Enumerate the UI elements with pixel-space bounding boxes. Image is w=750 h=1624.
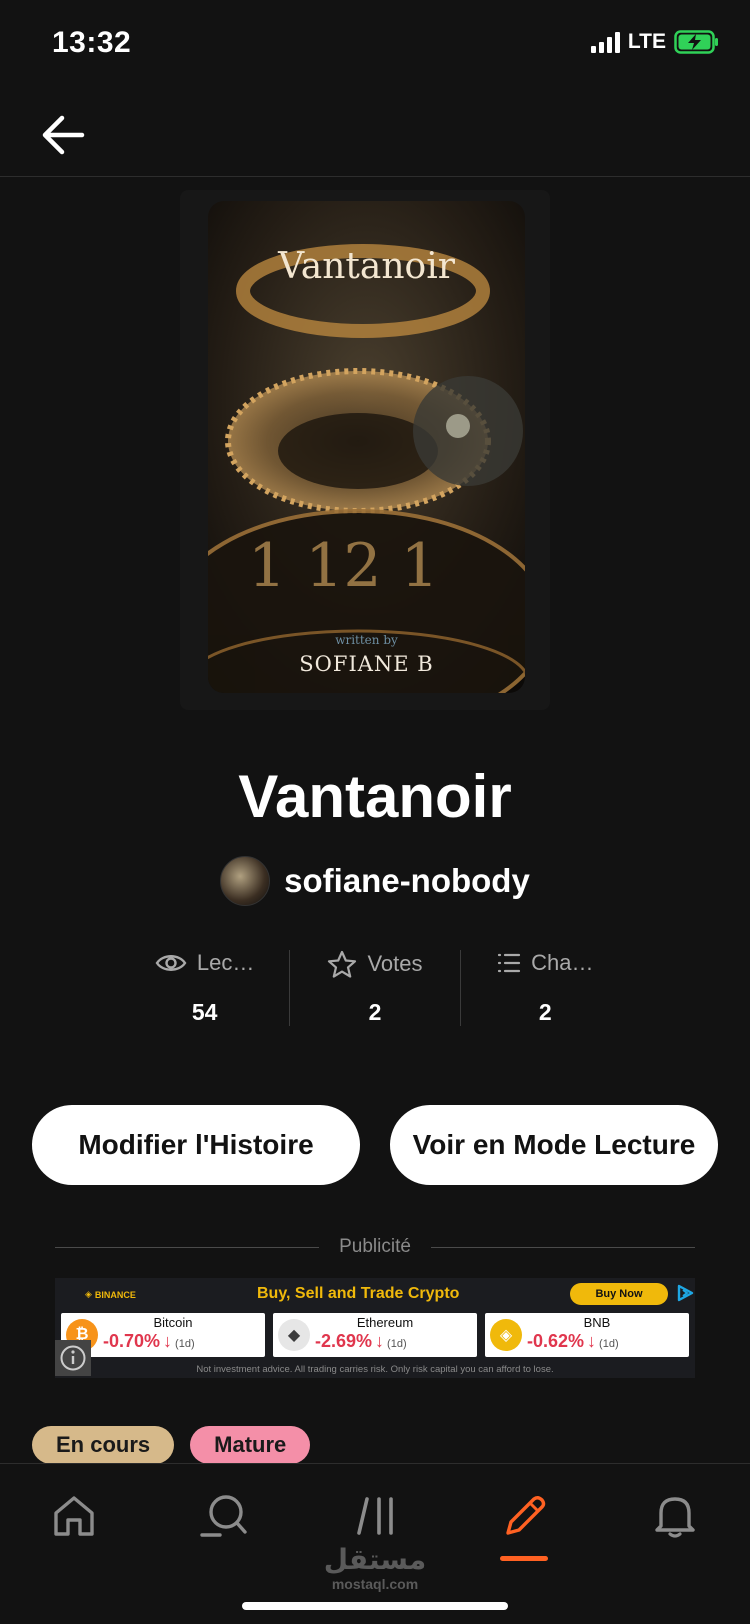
stat-chapters-label: Cha…	[531, 950, 594, 975]
watermark-arabic: مستقل	[323, 1543, 427, 1576]
arrow-left-icon	[42, 115, 85, 155]
stat-votes-label: Votes	[367, 951, 423, 976]
coin-period: (1d)	[599, 1338, 619, 1350]
author-name[interactable]: sofiane-nobody	[284, 862, 530, 900]
coin-card-bnb[interactable]: ◈ BNB -0.62% ↓ (1d)	[485, 1313, 689, 1357]
avatar[interactable]	[220, 856, 271, 906]
top-bar	[0, 90, 750, 177]
author-row[interactable]: sofiane-nobody	[0, 856, 750, 906]
status-indicators: LTE	[590, 30, 720, 54]
coin-period: (1d)	[387, 1338, 407, 1350]
cover-author: SOFIANE B	[299, 652, 434, 676]
pencil-icon	[506, 1496, 546, 1535]
stat-votes: Votes 2	[289, 950, 459, 1026]
tag-status[interactable]: En cours	[32, 1426, 175, 1464]
coin-name: Ethereum	[356, 1315, 414, 1330]
eye-icon	[155, 955, 187, 971]
story-title: Vantanoir	[238, 763, 512, 830]
star-icon	[328, 950, 357, 978]
coin-change: -0.70% ↓ (1d)	[103, 1331, 195, 1352]
network-type: LTE	[627, 30, 666, 53]
ad-brand: ◈ BINANCE	[85, 1289, 136, 1300]
ad-brand-name: BINANCE	[94, 1289, 136, 1300]
coin-card-ethereum[interactable]: ◆ Ethereum -2.69% ↓ (1d)	[273, 1313, 477, 1357]
nav-write[interactable]	[495, 1486, 555, 1546]
coin-change-value: -0.70%	[103, 1331, 161, 1351]
nav-home[interactable]	[44, 1486, 104, 1546]
coin-period: (1d)	[175, 1338, 195, 1350]
reading-mode-button[interactable]: Voir en Mode Lecture	[390, 1105, 718, 1185]
stat-reads: Lec… 54	[120, 950, 289, 1026]
bell-icon	[655, 1497, 695, 1538]
svg-text:1 12 1: 1 12 1	[248, 531, 439, 601]
back-button[interactable]	[38, 110, 88, 160]
ad-headline: Buy, Sell and Trade Crypto	[257, 1285, 460, 1302]
bottom-nav: مستقل mostaql.com	[0, 1463, 750, 1624]
divider	[55, 1246, 320, 1248]
coin-card-bitcoin[interactable]: ₿ Bitcoin -0.70% ↓ (1d)	[61, 1313, 265, 1357]
library-icon	[357, 1497, 393, 1535]
status-time: 13:32	[52, 26, 132, 59]
home-icon	[54, 1496, 94, 1536]
coin-change-value: -0.62%	[527, 1331, 585, 1351]
ad-disclaimer: Not investment advice. All trading carri…	[196, 1364, 554, 1375]
info-icon	[60, 1345, 86, 1371]
ad-info-button[interactable]	[55, 1340, 91, 1376]
ad-buy-button[interactable]: Buy Now	[570, 1283, 668, 1305]
nav-search[interactable]	[194, 1486, 254, 1546]
tag-mature[interactable]: Mature	[190, 1426, 311, 1464]
coin-change-value: -2.69%	[315, 1331, 373, 1351]
coin-name: Bitcoin	[153, 1315, 193, 1330]
ad-banner[interactable]: ◈ BINANCE Buy, Sell and Trade Crypto Buy…	[55, 1278, 695, 1378]
status-bar: 13:32 LTE	[0, 0, 750, 90]
ad-label-row: Publicité	[55, 1236, 696, 1258]
signal-icon	[590, 31, 620, 53]
stat-chapters-value: 2	[538, 999, 552, 1025]
arrow-down-icon: ↓	[163, 1331, 173, 1351]
stat-reads-label: Lec…	[196, 950, 255, 975]
cover-title: Vantanoir	[278, 246, 455, 287]
cover-written-by: written by	[335, 633, 398, 647]
stat-chapters: Cha… 2	[459, 950, 630, 1026]
search-icon	[200, 1495, 247, 1537]
ad-label: Publicité	[339, 1236, 411, 1257]
coin-change: -0.62% ↓ (1d)	[527, 1331, 619, 1352]
ad-choices-icon[interactable]	[675, 1283, 695, 1303]
watermark-url: mostaql.com	[331, 1576, 419, 1592]
nav-library[interactable]	[346, 1486, 406, 1546]
edit-story-button[interactable]: Modifier l'Histoire	[32, 1105, 360, 1185]
divider	[430, 1246, 696, 1248]
binance-logo-icon: ◈	[85, 1289, 92, 1299]
coin-change: -2.69% ↓ (1d)	[315, 1331, 407, 1352]
story-stats: Lec… 54 Votes 2 Cha… 2	[120, 950, 630, 1026]
story-tags: En cours Mature	[32, 1426, 311, 1464]
home-indicator[interactable]	[242, 1602, 508, 1610]
stat-votes-value: 2	[368, 999, 382, 1025]
coin-list: ₿ Bitcoin -0.70% ↓ (1d) ◆ Ethereum -2.69…	[61, 1313, 689, 1357]
watermark: مستقل mostaql.com	[0, 1543, 750, 1593]
battery-charging-icon	[674, 30, 718, 54]
arrow-down-icon: ↓	[587, 1331, 597, 1351]
coin-name: BNB	[583, 1315, 611, 1330]
nav-notifications[interactable]	[645, 1486, 705, 1546]
list-icon	[498, 953, 521, 973]
arrow-down-icon: ↓	[375, 1331, 385, 1351]
story-cover[interactable]: 1 12 1 Vantanoir written by SOFIANE B	[208, 201, 525, 693]
stat-reads-value: 54	[191, 999, 218, 1025]
